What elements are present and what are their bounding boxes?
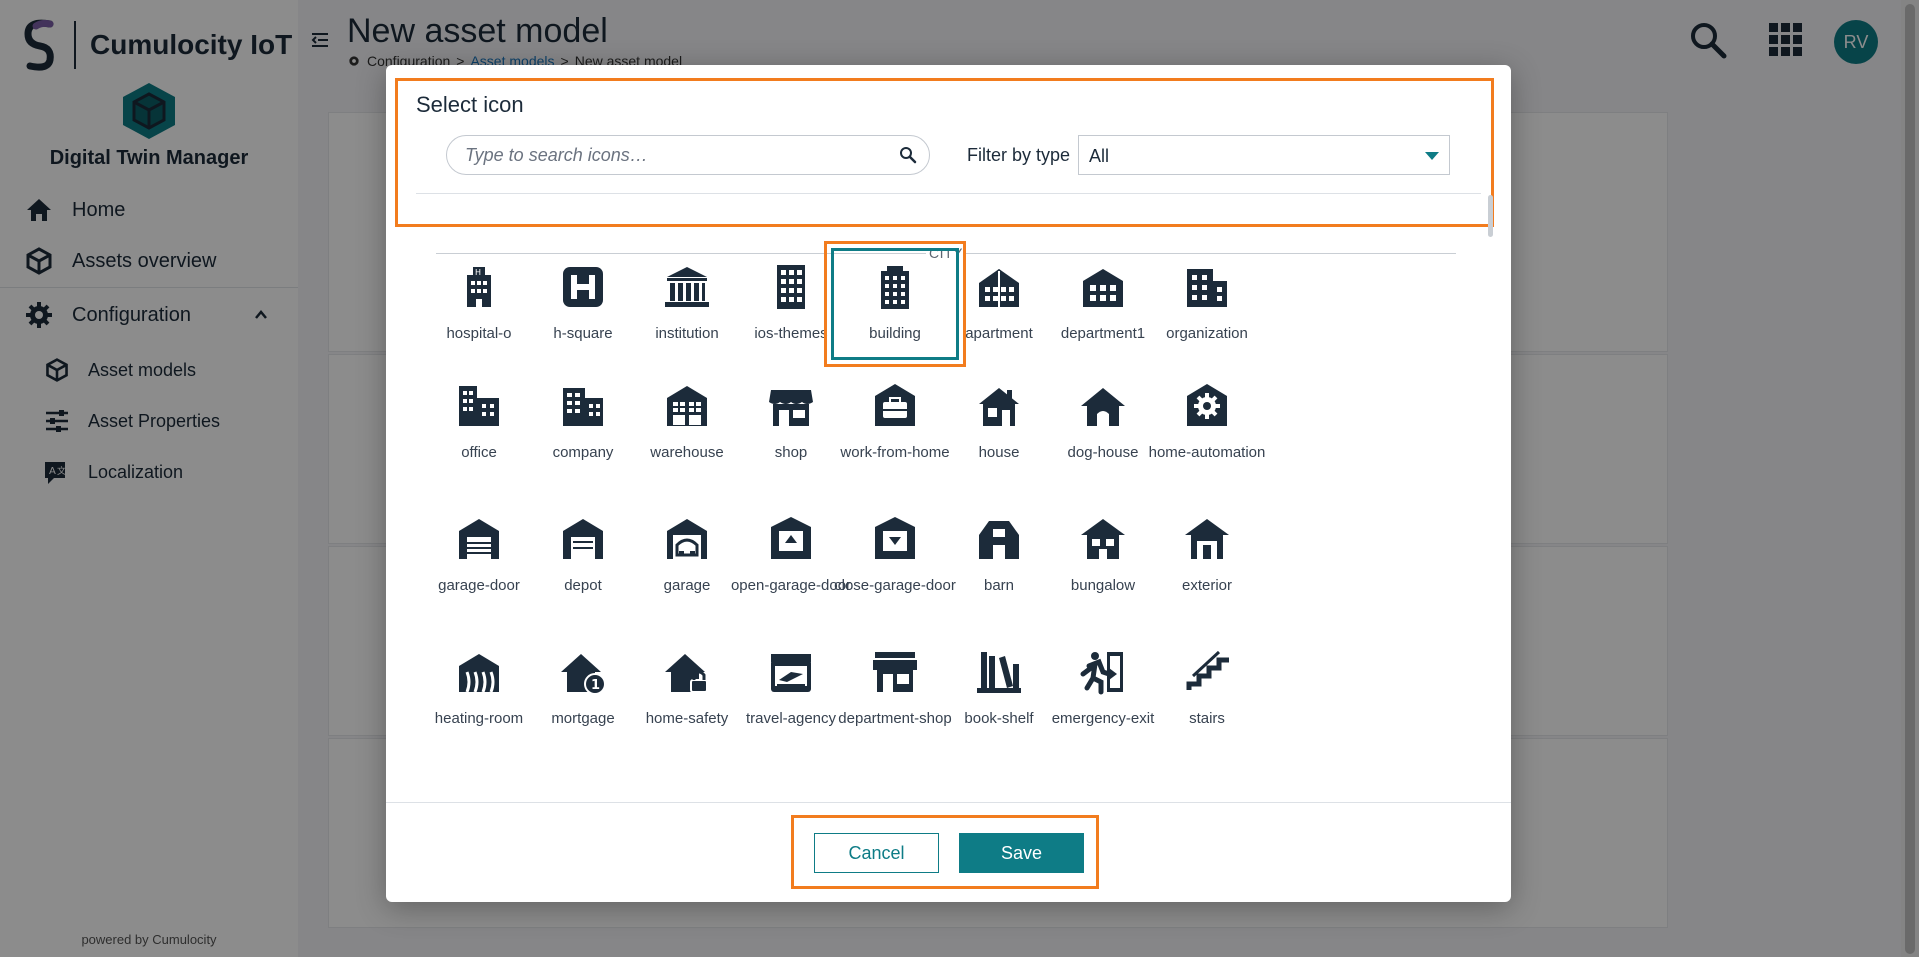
divider xyxy=(416,193,1481,194)
organization-icon xyxy=(1187,269,1227,307)
company-icon xyxy=(563,388,603,426)
exterior-icon xyxy=(1185,519,1229,559)
select-icon-dialog: Select icon Filter by type All CITY Hhos… xyxy=(386,65,1511,902)
hospital-o-icon: H xyxy=(467,267,491,307)
filter-type-select[interactable]: All xyxy=(1078,135,1450,175)
icon-tile-label: stairs xyxy=(1189,710,1225,727)
bungalow-icon xyxy=(1081,519,1125,559)
house-icon xyxy=(979,388,1019,426)
close-garage-door-icon xyxy=(875,517,915,559)
divider xyxy=(386,802,1511,803)
icon-tile-label: organization xyxy=(1166,325,1248,342)
search-icon[interactable] xyxy=(899,146,917,164)
search-input[interactable] xyxy=(465,136,885,174)
dialog-title: Select icon xyxy=(416,92,524,117)
dialog-scrollbar-thumb[interactable] xyxy=(1488,195,1493,237)
office-icon xyxy=(459,386,499,426)
apartment-icon xyxy=(979,269,1019,307)
institution-icon xyxy=(665,267,709,307)
department-shop-icon xyxy=(873,652,917,692)
book-shelf-icon xyxy=(977,652,1021,693)
icon-tile-exterior[interactable]: exterior xyxy=(1143,515,1271,598)
travel-agency-icon xyxy=(771,654,811,692)
depot-icon xyxy=(563,519,603,559)
stairs-icon xyxy=(1186,650,1229,690)
department1-icon xyxy=(1083,269,1123,307)
save-button[interactable]: Save xyxy=(959,833,1084,873)
caret-down-icon xyxy=(1425,152,1439,160)
filter-label: Filter by type xyxy=(967,145,1071,165)
garage-icon xyxy=(667,519,707,559)
svg-text:1: 1 xyxy=(591,678,600,693)
garage-door-icon xyxy=(459,519,499,559)
home-automation-icon xyxy=(1187,384,1227,426)
dog-house-icon xyxy=(1081,388,1125,426)
icon-tile-label: home-automation xyxy=(1148,444,1266,461)
open-garage-door-icon xyxy=(771,517,811,559)
icon-tile-stairs[interactable]: stairs xyxy=(1143,648,1271,731)
barn-icon xyxy=(979,521,1019,559)
work-from-home-icon xyxy=(875,384,915,426)
filter-value: All xyxy=(1089,146,1110,166)
icon-search xyxy=(446,135,930,175)
shop-icon xyxy=(769,390,813,426)
selected-tile-highlight xyxy=(824,241,966,367)
mortgage-icon: 1 xyxy=(561,654,606,695)
svg-text:H: H xyxy=(475,268,481,277)
heating-room-icon xyxy=(459,654,499,693)
icon-tile-home-automation[interactable]: home-automation xyxy=(1143,382,1271,465)
icon-tile-organization[interactable]: organization xyxy=(1143,263,1271,346)
h-square-icon xyxy=(563,267,603,307)
home-safety-icon xyxy=(665,654,708,693)
ios-themes-icon xyxy=(777,265,805,309)
emergency-exit-icon xyxy=(1080,652,1123,695)
warehouse-icon xyxy=(667,386,707,426)
cancel-button[interactable]: Cancel xyxy=(814,833,939,873)
icon-tile-label: exterior xyxy=(1181,577,1233,594)
